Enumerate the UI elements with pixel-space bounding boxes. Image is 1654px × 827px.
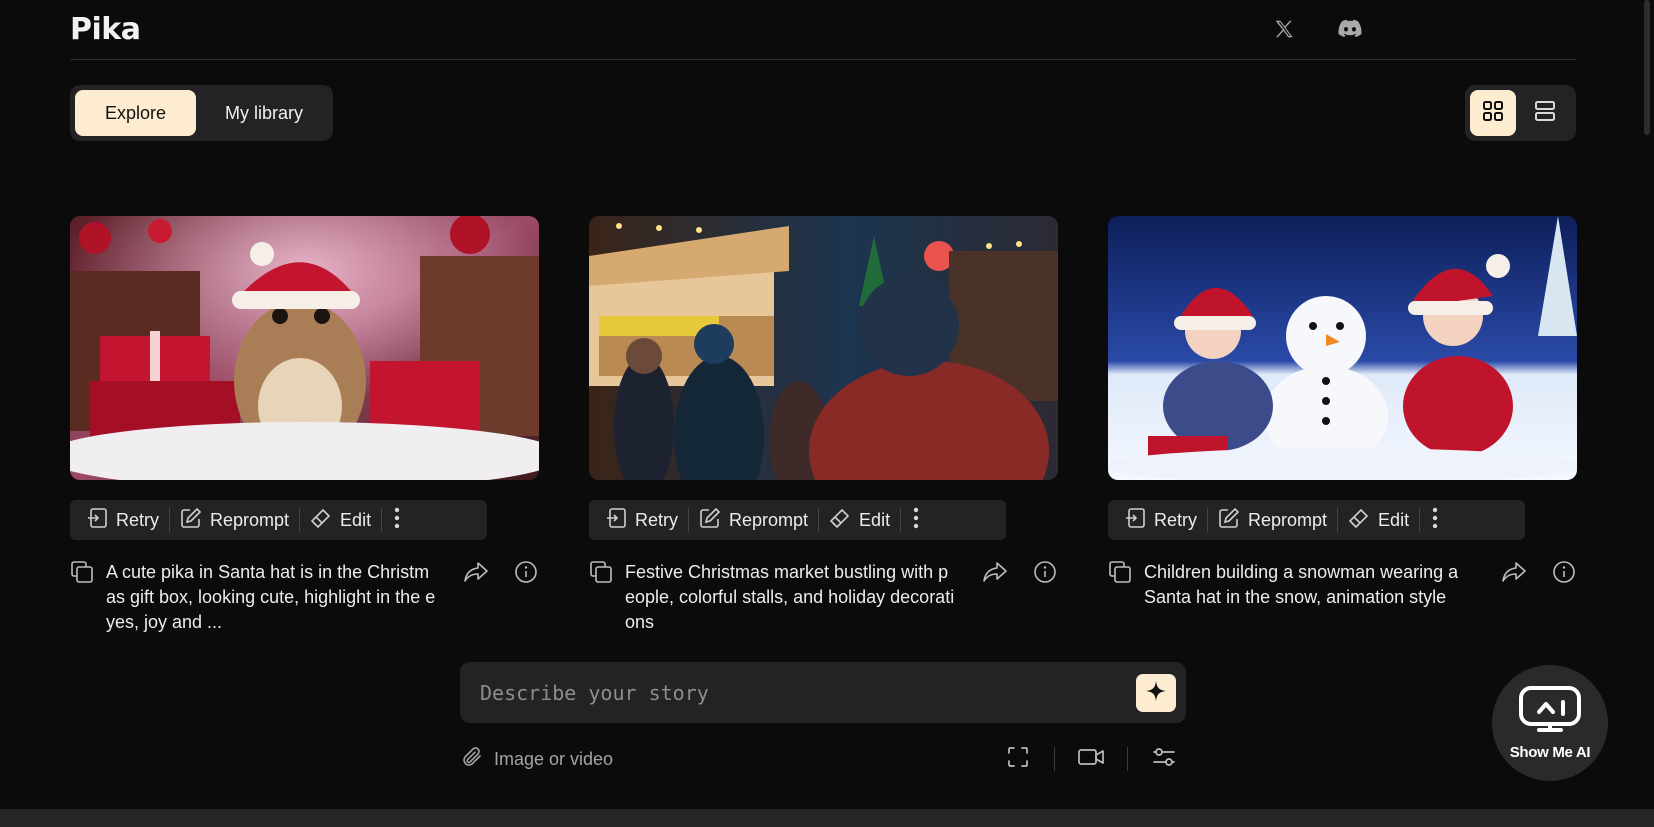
brush-icon bbox=[1348, 507, 1370, 534]
reprompt-button[interactable]: Reprompt bbox=[1208, 500, 1337, 540]
x-twitter-icon[interactable] bbox=[1270, 15, 1298, 43]
share-icon[interactable] bbox=[1501, 559, 1527, 585]
divider bbox=[1054, 747, 1055, 771]
robot-monitor-icon bbox=[1517, 685, 1583, 738]
reprompt-label: Reprompt bbox=[210, 509, 290, 530]
scrollbar[interactable] bbox=[1644, 0, 1650, 135]
paperclip-icon bbox=[460, 745, 484, 774]
copy-icon[interactable] bbox=[1108, 560, 1132, 584]
retry-label: Retry bbox=[116, 509, 160, 530]
retry-label: Retry bbox=[1154, 509, 1198, 530]
list-view-button[interactable] bbox=[1522, 90, 1568, 136]
copy-icon[interactable] bbox=[70, 560, 94, 584]
attach-label: Image or video bbox=[494, 748, 614, 769]
kebab-menu-icon bbox=[913, 507, 919, 534]
share-icon[interactable] bbox=[982, 559, 1008, 585]
sliders-icon bbox=[1152, 746, 1176, 773]
prompt-text: Children building a snowman wearing a Sa… bbox=[1144, 562, 1459, 607]
info-icon[interactable] bbox=[513, 559, 539, 585]
card-action-bar: Retry Reprompt Edit bbox=[70, 500, 487, 540]
edit-button[interactable]: Edit bbox=[1338, 500, 1419, 540]
video-thumbnail-market[interactable] bbox=[589, 216, 1058, 480]
edit-label: Edit bbox=[340, 509, 372, 530]
video-camera-icon bbox=[1077, 747, 1105, 772]
reprompt-label: Reprompt bbox=[729, 509, 809, 530]
video-thumbnail-snowman[interactable] bbox=[1108, 216, 1577, 480]
card-action-bar: Retry Reprompt Edit bbox=[589, 500, 1006, 540]
brush-icon bbox=[310, 507, 332, 534]
tab-explore[interactable]: Explore bbox=[75, 90, 196, 136]
more-options-button[interactable] bbox=[382, 500, 412, 540]
retry-label: Retry bbox=[635, 509, 679, 530]
attach-media-button[interactable]: Image or video bbox=[460, 745, 613, 773]
kebab-menu-icon bbox=[394, 507, 400, 534]
brush-icon bbox=[829, 507, 851, 534]
card-meta: A cute pika in Santa hat is in the Chris… bbox=[70, 560, 539, 635]
tab-switcher: Explore My library bbox=[70, 85, 333, 141]
card-meta: Children building a snowman wearing a Sa… bbox=[1108, 560, 1577, 610]
edit-label: Edit bbox=[1378, 509, 1410, 530]
reprompt-label: Reprompt bbox=[1248, 509, 1328, 530]
grid-view-button[interactable] bbox=[1470, 90, 1516, 136]
card-meta: Festive Christmas market bustling with p… bbox=[589, 560, 1058, 635]
discord-icon[interactable] bbox=[1336, 15, 1364, 43]
generation-tools bbox=[1000, 744, 1182, 774]
kebab-menu-icon bbox=[1432, 507, 1438, 534]
share-icon[interactable] bbox=[463, 559, 489, 585]
retry-button[interactable]: Retry bbox=[76, 500, 169, 540]
view-toggle bbox=[1465, 85, 1576, 141]
camera-control-button[interactable] bbox=[1073, 744, 1109, 774]
edit-pencil-icon bbox=[699, 507, 721, 534]
expand-frame-icon bbox=[1007, 746, 1029, 773]
tab-my-library[interactable]: My library bbox=[200, 90, 328, 136]
retry-icon bbox=[605, 507, 627, 534]
badge-label: Show Me AI bbox=[1509, 744, 1591, 761]
story-prompt-bar bbox=[460, 662, 1186, 723]
retry-button[interactable]: Retry bbox=[1114, 500, 1207, 540]
aspect-ratio-button[interactable] bbox=[1000, 744, 1036, 774]
info-icon[interactable] bbox=[1032, 559, 1058, 585]
edit-button[interactable]: Edit bbox=[300, 500, 381, 540]
info-icon[interactable] bbox=[1551, 559, 1577, 585]
more-options-button[interactable] bbox=[901, 500, 931, 540]
rows-icon bbox=[1534, 100, 1556, 127]
retry-icon bbox=[86, 507, 108, 534]
grid-icon bbox=[1482, 100, 1504, 127]
prompt-text: Festive Christmas market bustling with p… bbox=[625, 562, 955, 632]
pika-logo[interactable]: Pika bbox=[70, 12, 141, 47]
reprompt-button[interactable]: Reprompt bbox=[689, 500, 818, 540]
divider bbox=[1127, 747, 1128, 771]
edit-pencil-icon bbox=[1218, 507, 1240, 534]
more-options-button[interactable] bbox=[1420, 500, 1450, 540]
video-card: Retry Reprompt Edit A cute pika in Santa… bbox=[70, 216, 539, 635]
copy-icon[interactable] bbox=[589, 560, 613, 584]
top-header: Pika bbox=[70, 0, 1576, 60]
edit-label: Edit bbox=[859, 509, 891, 530]
story-input[interactable] bbox=[480, 662, 1100, 723]
edit-button[interactable]: Edit bbox=[819, 500, 900, 540]
sparkle-icon bbox=[1145, 680, 1167, 707]
reprompt-button[interactable]: Reprompt bbox=[170, 500, 299, 540]
retry-icon bbox=[1124, 507, 1146, 534]
bottom-bar bbox=[0, 809, 1654, 827]
prompt-text: A cute pika in Santa hat is in the Chris… bbox=[106, 562, 436, 632]
edit-pencil-icon bbox=[180, 507, 202, 534]
video-thumbnail-pika[interactable] bbox=[70, 216, 539, 480]
card-action-bar: Retry Reprompt Edit bbox=[1108, 500, 1525, 540]
video-card: Retry Reprompt Edit Festive Christmas ma… bbox=[589, 216, 1058, 635]
settings-button[interactable] bbox=[1146, 744, 1182, 774]
generate-button[interactable] bbox=[1136, 674, 1176, 712]
video-card: Retry Reprompt Edit Children building a … bbox=[1108, 216, 1577, 610]
show-me-ai-badge[interactable]: Show Me AI bbox=[1492, 665, 1608, 781]
retry-button[interactable]: Retry bbox=[595, 500, 688, 540]
